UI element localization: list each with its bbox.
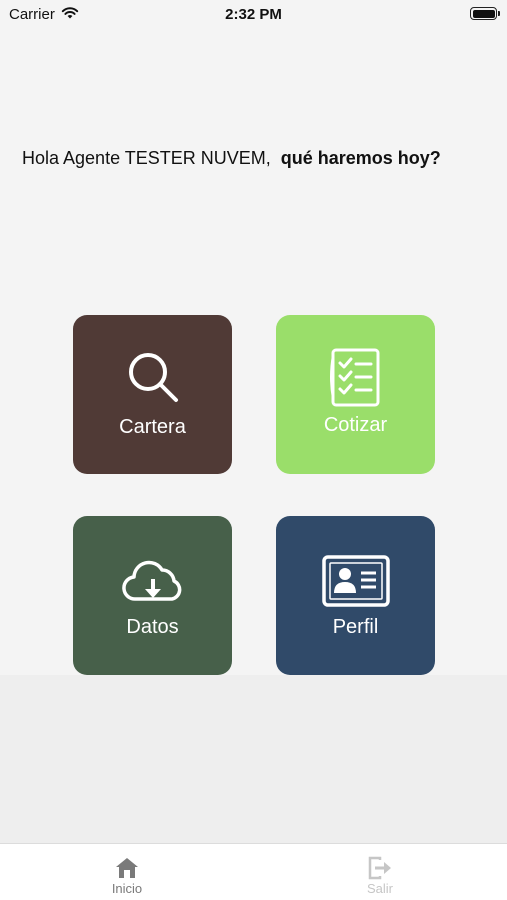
lower-background <box>0 675 507 843</box>
home-icon <box>67 856 187 880</box>
tab-inicio[interactable]: Inicio <box>67 844 187 900</box>
tab-salir[interactable]: Salir <box>320 844 440 900</box>
cartera-button[interactable]: Cartera <box>73 315 232 474</box>
cotizar-button[interactable]: Cotizar <box>276 315 435 474</box>
greeting-question: qué haremos hoy? <box>280 148 441 168</box>
greeting: Hola Agente TESTER NUVEM, qué haremos hoy… <box>22 148 492 169</box>
search-icon <box>73 350 232 404</box>
cotizar-label: Cotizar <box>323 414 388 436</box>
tab-bar: Inicio Salir <box>0 843 507 900</box>
tab-inicio-label: Inicio <box>111 881 143 896</box>
perfil-button[interactable]: Perfil <box>276 516 435 675</box>
cartera-label: Cartera <box>119 416 186 438</box>
cloud-download-icon <box>73 559 232 603</box>
clock: 2:32 PM <box>225 6 282 23</box>
greeting-text: Hola Agente TESTER NUVEM, <box>22 148 271 168</box>
logout-icon <box>320 856 440 880</box>
checklist-icon <box>276 347 435 409</box>
datos-button[interactable]: Datos <box>73 516 232 675</box>
perfil-label: Perfil <box>332 616 379 638</box>
id-card-icon <box>276 554 435 608</box>
tab-salir-label: Salir <box>366 881 393 896</box>
datos-label: Datos <box>126 616 179 638</box>
battery-icon <box>470 7 500 20</box>
status-bar: Carrier 2:32 PM <box>0 0 507 30</box>
